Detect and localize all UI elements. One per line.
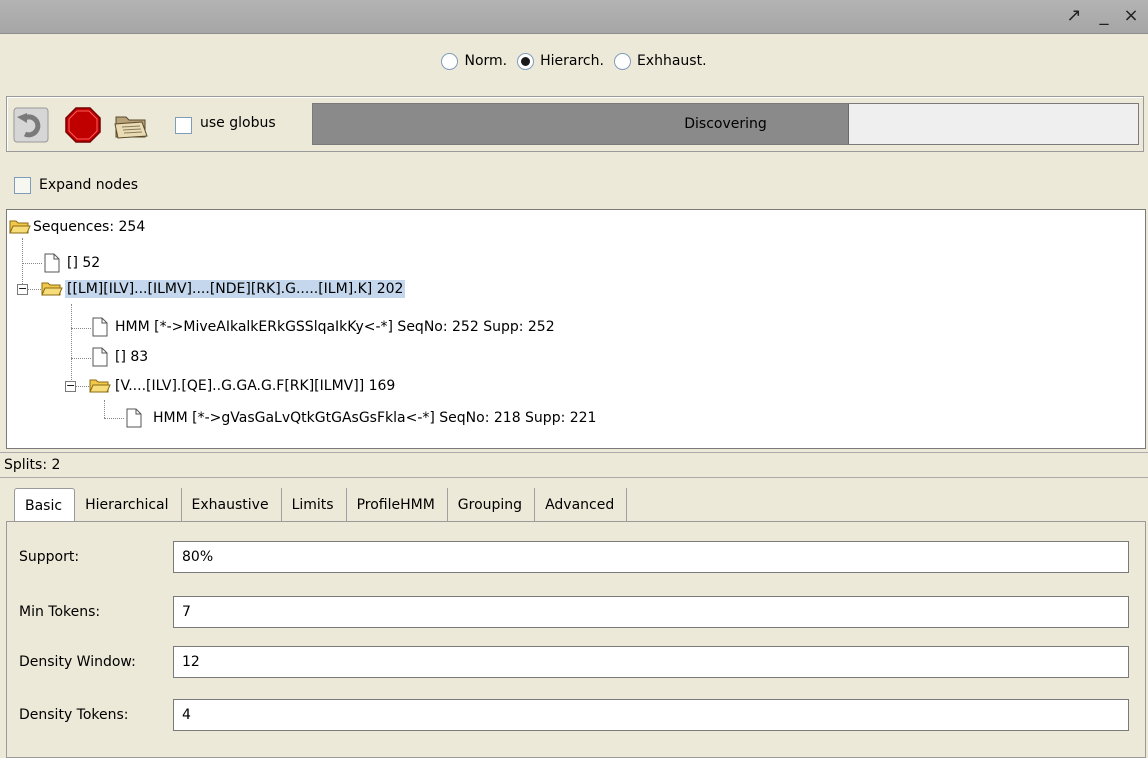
tree-node-label: [] 83 (115, 349, 149, 365)
open-folder-icon (9, 220, 31, 234)
radio-hierarch[interactable]: Hierarch. (517, 52, 604, 70)
mode-selector: Norm. Hierarch. Exhhaust. (0, 34, 1148, 88)
tree-connector (71, 328, 91, 329)
tree-connector (104, 400, 105, 418)
tree-connector (71, 358, 91, 359)
sequence-tree: − − Sequences: 254 [] 52 [[LM][ILV]...[I… (6, 209, 1146, 449)
radio-button[interactable] (613, 52, 631, 70)
tree-connector (75, 386, 89, 387)
density-tokens-row: Density Tokens: (19, 699, 179, 731)
open-folder-icon (89, 379, 111, 393)
radio-norm-label: Norm. (464, 53, 508, 69)
tree-connector (71, 304, 72, 386)
density-tokens-input[interactable]: 4 (173, 699, 1129, 731)
support-row: Support: (19, 541, 179, 573)
tab-advanced[interactable]: Advanced (535, 488, 628, 522)
document-icon (92, 347, 108, 367)
toolbar: use globus Discovering (6, 96, 1144, 152)
density-window-input[interactable]: 12 (173, 646, 1129, 678)
density-window-label: Density Window: (19, 654, 136, 670)
tree-connector (104, 418, 124, 419)
support-label: Support: (19, 549, 80, 565)
tree-node-hmm[interactable]: HMM [*->MiveAIkalkERkGSSlqaIkKy<-*] SeqN… (91, 314, 557, 340)
tree-node-label: Sequences: 254 (33, 219, 146, 235)
tree-node-pattern[interactable]: [V....[ILV].[QE]..G.GA.G.F[RK][ILMV]] 16… (89, 373, 397, 399)
expand-nodes[interactable]: Expand nodes (14, 174, 138, 196)
min-tokens-row: Min Tokens: (19, 596, 179, 628)
use-globus-label: use globus (200, 115, 276, 131)
tree-node-leaf[interactable]: [] 52 (43, 250, 102, 276)
stop-button[interactable] (63, 105, 103, 145)
status-bar: Splits: 2 (0, 452, 1148, 478)
tree-connector (27, 289, 41, 290)
open-folder-icon (41, 282, 63, 296)
refresh-button[interactable] (11, 105, 51, 145)
basic-panel: Support: 80% Min Tokens: 7 Density Windo… (6, 521, 1146, 758)
collapse-toggle-icon[interactable]: − (17, 283, 28, 295)
close-icon[interactable]: × (1121, 5, 1141, 27)
document-icon (44, 253, 60, 273)
density-tokens-label: Density Tokens: (19, 707, 129, 723)
progress-label: Discovering (684, 116, 767, 132)
stop-icon (65, 107, 101, 143)
refresh-icon (13, 107, 49, 143)
expand-nodes-checkbox[interactable] (14, 176, 31, 194)
tree-node-label: HMM [*->MiveAIkalkERkGSSlqaIkKy<-*] SeqN… (115, 319, 555, 335)
tab-exhaustive[interactable]: Exhaustive (182, 488, 282, 522)
tree-node-label: [] 52 (67, 255, 101, 271)
tree-node-root[interactable]: Sequences: 254 (9, 214, 147, 240)
tree-node-label: HMM [*->gVasGaLvQtkGtGAsGsFkla<-*] SeqNo… (153, 410, 597, 426)
radio-button[interactable] (517, 52, 535, 70)
radio-hierarch-label: Hierarch. (540, 53, 604, 69)
min-tokens-label: Min Tokens: (19, 604, 101, 620)
radio-button[interactable] (441, 52, 459, 70)
radio-exhaust[interactable]: Exhhaust. (613, 52, 707, 70)
document-icon (92, 317, 108, 337)
min-tokens-input[interactable]: 7 (173, 596, 1129, 628)
open-folder-icon (114, 116, 148, 139)
density-window-row: Density Window: (19, 646, 179, 678)
progress-bar: Discovering (312, 103, 1139, 145)
tree-connector (22, 263, 42, 264)
tree-node-pattern[interactable]: [[LM][ILV]...[ILMV]....[NDE][RK].G.....[… (41, 276, 406, 302)
tab-basic[interactable]: Basic (14, 488, 76, 522)
document-icon (126, 408, 142, 428)
tab-grouping[interactable]: Grouping (448, 488, 536, 522)
radio-exhaust-label: Exhhaust. (636, 53, 707, 69)
tab-limits[interactable]: Limits (282, 488, 347, 522)
minimize-icon[interactable]: _ (1094, 5, 1114, 27)
radio-norm[interactable]: Norm. (441, 52, 508, 70)
title-bar: ↗ _ × (0, 0, 1148, 34)
tab-profilehmm[interactable]: ProfileHMM (347, 488, 448, 522)
tree-node-label: [V....[ILV].[QE]..G.GA.G.F[RK][ILMV]] 16… (115, 378, 396, 394)
tree-node-label: [[LM][ILV]...[ILMV]....[NDE][RK].G.....[… (65, 280, 406, 298)
tree-node-hmm[interactable]: HMM [*->gVasGaLvQtkGtGAsGsFkla<-*] SeqNo… (125, 405, 598, 431)
maximize-icon[interactable]: ↗ (1064, 5, 1084, 27)
support-input[interactable]: 80% (173, 541, 1129, 573)
open-button[interactable] (111, 105, 151, 145)
use-globus-checkbox[interactable] (175, 117, 192, 134)
settings-tabs: Basic Hierarchical Exhaustive Limits Pro… (14, 486, 628, 522)
collapse-toggle-icon[interactable]: − (65, 380, 76, 392)
expand-nodes-label: Expand nodes (39, 177, 139, 193)
tab-hierarchical[interactable]: Hierarchical (75, 488, 182, 522)
tree-node-leaf[interactable]: [] 83 (91, 344, 150, 370)
